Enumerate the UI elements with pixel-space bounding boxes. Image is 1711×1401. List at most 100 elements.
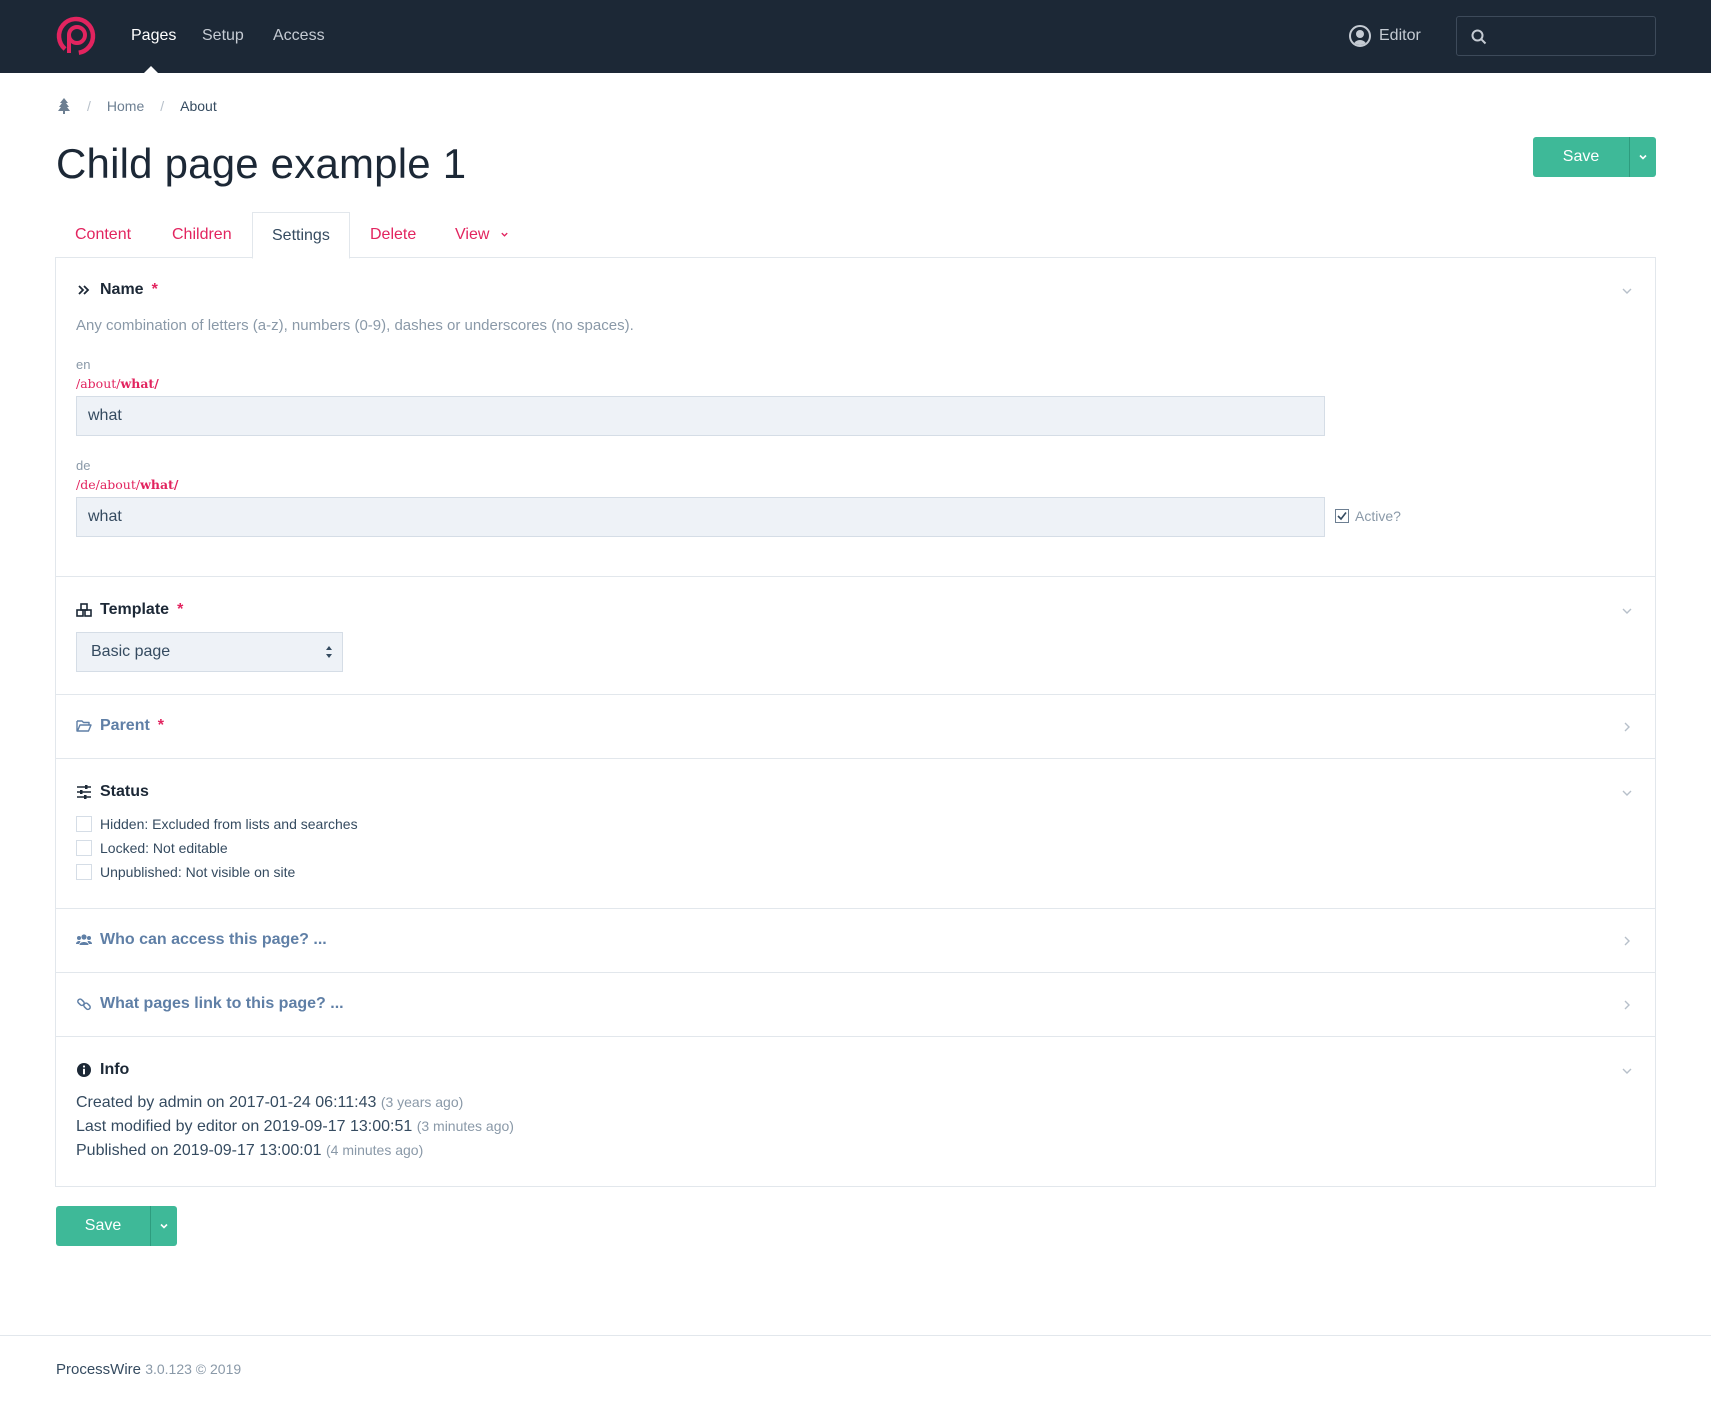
chevron-right-icon[interactable] <box>1621 935 1633 947</box>
status-locked-checkbox[interactable]: Locked: Not editable <box>76 840 228 856</box>
chevron-down-icon <box>1639 154 1647 160</box>
url-name: what/ <box>120 376 159 391</box>
checkbox[interactable] <box>76 864 92 880</box>
required-marker: * <box>157 717 165 734</box>
footer: ProcessWire 3.0.123 © 2019 <box>56 1361 241 1378</box>
save-options-button[interactable] <box>150 1206 177 1246</box>
lang-label-en: en <box>76 357 91 372</box>
users-icon <box>76 934 92 945</box>
active-nav-indicator <box>144 66 158 73</box>
info-created-text: Created by admin on 2017-01-24 06:11:43 <box>76 1094 377 1111</box>
info-section-title: Info <box>100 1061 130 1078</box>
tree-icon[interactable] <box>57 98 71 114</box>
nav-setup[interactable]: Setup <box>202 27 244 45</box>
status-unpublished-checkbox[interactable]: Unpublished: Not visible on site <box>76 864 295 880</box>
save-button[interactable]: Save <box>1533 137 1629 177</box>
name-section-header[interactable]: Name * <box>76 281 158 299</box>
chevron-down-icon <box>501 232 508 237</box>
active-label: Active? <box>1355 508 1401 524</box>
footer-divider <box>0 1335 1711 1336</box>
info-section: Info Created by admin on 2017-01-24 06:1… <box>56 1036 1655 1186</box>
info-published-text: Published on 2019-09-17 13:00:01 <box>76 1142 322 1159</box>
status-unpublished-label: Unpublished: Not visible on site <box>100 864 296 880</box>
parent-section: Parent * <box>56 694 1655 758</box>
checkbox[interactable] <box>76 816 92 832</box>
active-checkbox[interactable]: Active? <box>1335 508 1401 524</box>
tab-children[interactable]: Children <box>172 212 232 258</box>
nav-pages[interactable]: Pages <box>131 27 176 45</box>
user-name: Editor <box>1379 27 1421 44</box>
breadcrumb-current[interactable]: About <box>180 98 217 114</box>
status-section: Status Hidden: Excluded from lists and s… <box>56 758 1655 908</box>
info-published-ago: (4 minutes ago) <box>325 1142 424 1158</box>
template-select[interactable]: Basic page <box>76 632 343 672</box>
cubes-icon <box>76 603 92 617</box>
search-icon <box>1471 29 1487 45</box>
breadcrumb-home[interactable]: Home <box>107 98 144 114</box>
tab-view[interactable]: View <box>455 212 509 258</box>
status-locked-label: Locked: Not editable <box>100 840 228 856</box>
info-published: Published on 2019-09-17 13:00:01 (4 minu… <box>76 1142 423 1160</box>
tab-view-label: View <box>455 226 490 243</box>
page-title: Child page example 1 <box>56 140 467 187</box>
save-button[interactable]: Save <box>56 1206 150 1246</box>
info-modified-ago: (3 minutes ago) <box>416 1118 514 1134</box>
save-options-button[interactable] <box>1629 137 1656 177</box>
name-input-de[interactable]: what <box>76 497 1325 537</box>
folder-open-icon <box>76 720 92 732</box>
link-icon <box>77 998 91 1011</box>
required-marker: * <box>177 601 184 618</box>
name-section-title: Name <box>100 281 144 298</box>
tab-delete[interactable]: Delete <box>370 212 416 258</box>
top-navbar: Pages Setup Access Editor <box>0 0 1711 73</box>
settings-panel: Name * Any combination of letters (a-z),… <box>55 257 1656 1187</box>
sliders-icon <box>77 785 91 799</box>
required-marker: * <box>151 281 158 298</box>
template-section: Template * Basic page <box>56 576 1655 694</box>
template-section-header[interactable]: Template * <box>76 601 183 619</box>
info-modified-text: Last modified by editor on 2019-09-17 13… <box>76 1118 413 1135</box>
status-hidden-checkbox[interactable]: Hidden: Excluded from lists and searches <box>76 816 358 832</box>
url-prefix: /de/about/ <box>76 477 141 492</box>
chevron-down-icon[interactable] <box>1621 605 1633 617</box>
nav-access[interactable]: Access <box>273 27 325 45</box>
checked-box-icon <box>1335 509 1349 523</box>
tab-settings[interactable]: Settings <box>252 212 350 259</box>
select-arrows-icon <box>326 646 332 658</box>
url-preview-en: /about/what/ <box>76 376 159 391</box>
chevron-right-icon[interactable] <box>1621 999 1633 1011</box>
user-icon <box>1349 25 1371 47</box>
access-section-header[interactable]: Who can access this page? ... <box>76 931 327 949</box>
name-help-text: Any combination of letters (a-z), number… <box>76 317 634 334</box>
links-section-header[interactable]: What pages link to this page? ... <box>76 995 344 1013</box>
access-section-title: Who can access this page? ... <box>100 931 327 948</box>
lang-label-de: de <box>76 458 91 473</box>
footer-meta: 3.0.123 © 2019 <box>145 1361 242 1377</box>
access-section: Who can access this page? ... <box>56 908 1655 972</box>
info-created-ago: (3 years ago) <box>380 1094 464 1110</box>
save-button-group-bottom: Save <box>56 1206 177 1246</box>
tab-content[interactable]: Content <box>75 212 131 258</box>
footer-brand[interactable]: ProcessWire <box>56 1361 141 1378</box>
page-edit-tabs: Content Children Settings Delete View <box>56 212 1656 259</box>
status-hidden-label: Hidden: Excluded from lists and searches <box>100 816 358 832</box>
info-modified: Last modified by editor on 2019-09-17 13… <box>76 1118 514 1136</box>
info-section-header[interactable]: Info <box>76 1061 129 1079</box>
save-button-group-top: Save <box>1533 137 1656 177</box>
chevron-right-icon[interactable] <box>1621 721 1633 733</box>
checkbox[interactable] <box>76 840 92 856</box>
links-section: What pages link to this page? ... <box>56 972 1655 1036</box>
url-name: what/ <box>140 477 179 492</box>
template-selected-value: Basic page <box>91 643 171 660</box>
chevron-down-icon[interactable] <box>1621 1065 1633 1077</box>
search-input[interactable] <box>1456 16 1656 56</box>
user-menu[interactable]: Editor <box>1349 25 1421 47</box>
chevron-down-icon[interactable] <box>1621 787 1633 799</box>
status-section-header[interactable]: Status <box>76 783 149 801</box>
processwire-logo-icon[interactable] <box>56 16 96 56</box>
breadcrumb-separator: / <box>160 98 165 114</box>
url-preview-de: /de/about/what/ <box>76 477 178 492</box>
chevron-down-icon[interactable] <box>1621 285 1633 297</box>
parent-section-header[interactable]: Parent * <box>76 717 164 735</box>
name-input-en[interactable]: what <box>76 396 1325 436</box>
